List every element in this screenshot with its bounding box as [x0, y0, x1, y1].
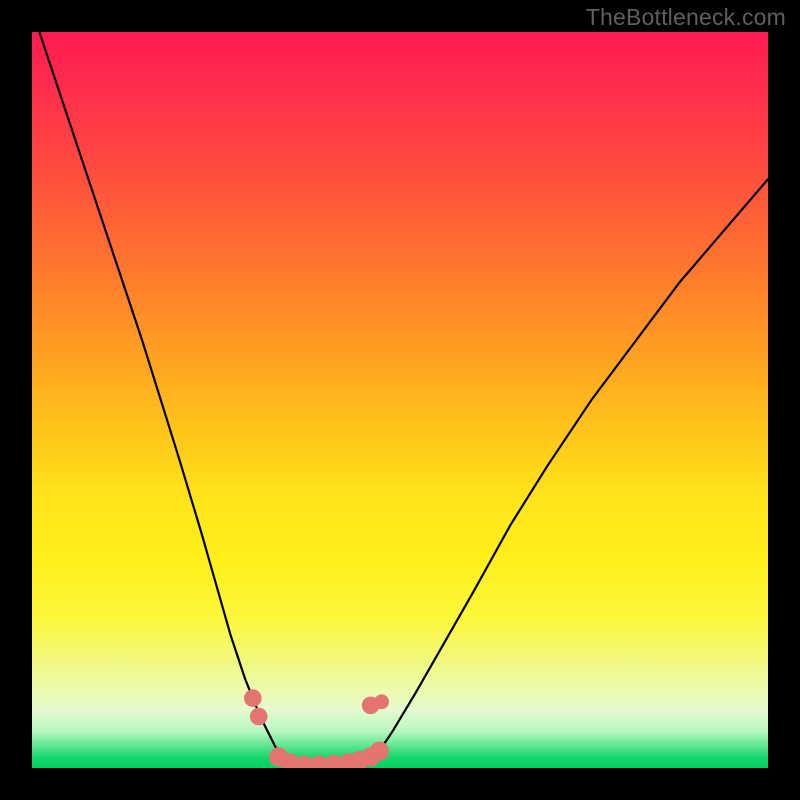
marker-dot	[370, 742, 389, 761]
chart-frame: TheBottleneck.com	[0, 0, 800, 800]
curve-left-branch	[39, 32, 286, 764]
marker-dot	[244, 689, 262, 707]
marker-dot	[250, 708, 268, 726]
curve-right-branch	[367, 179, 768, 764]
marker-dot	[374, 694, 389, 709]
watermark-text: TheBottleneck.com	[586, 4, 786, 31]
plot-area	[32, 32, 768, 768]
curve-layer	[32, 32, 768, 768]
